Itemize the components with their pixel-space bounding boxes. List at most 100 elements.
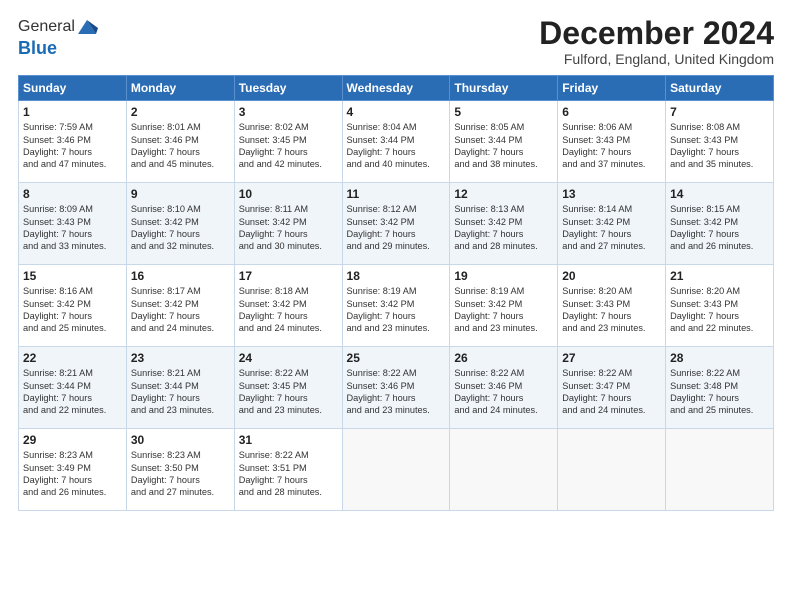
table-row: 12Sunrise: 8:13 AMSunset: 3:42 PMDayligh… [450,183,558,265]
daylight-hours-line2: and and 22 minutes. [23,404,122,416]
table-row: 25Sunrise: 8:22 AMSunset: 3:46 PMDayligh… [342,347,450,429]
daylight-hours-line1: Daylight: 7 hours [131,228,230,240]
sunset-text: Sunset: 3:43 PM [562,298,661,310]
day-number: 4 [347,105,446,119]
daylight-hours-line2: and and 33 minutes. [23,240,122,252]
day-number: 29 [23,433,122,447]
daylight-hours-line1: Daylight: 7 hours [454,146,553,158]
daylight-hours-line2: and and 25 minutes. [23,322,122,334]
daylight-hours-line2: and and 42 minutes. [239,158,338,170]
title-block: December 2024 Fulford, England, United K… [539,16,774,67]
daylight-hours-line1: Daylight: 7 hours [239,228,338,240]
day-number: 3 [239,105,338,119]
table-row: 10 Sunrise: 8:11 AMSunset: 3:42 PMDayligh… [234,183,342,265]
day-number: 19 [454,269,553,283]
col-wednesday: Wednesday [342,76,450,101]
sunrise-text: Sunrise: 8:04 AM [347,121,446,133]
sunset-text: Sunset: 3:43 PM [670,298,769,310]
sunrise-text: Sunrise: 8:13 AM [454,203,553,215]
sunset-text: Sunset: 3:44 PM [23,380,122,392]
daylight-hours-line2: and and 23 minutes. [239,404,338,416]
day-number: 10 [239,187,338,201]
table-row: 24Sunrise: 8:22 AMSunset: 3:45 PMDayligh… [234,347,342,429]
sunset-text: Sunset: 3:42 PM [239,216,338,228]
day-number: 7 [670,105,769,119]
daylight-hours-line2: and and 28 minutes. [454,240,553,252]
day-number: 6 [562,105,661,119]
table-row: 20Sunrise: 8:20 AMSunset: 3:43 PMDayligh… [558,265,666,347]
sunset-text: Sunset: 3:46 PM [131,134,230,146]
page: General Blue December 2024 Fulford, Engl… [0,0,792,521]
table-row: 3Sunrise: 8:02 AMSunset: 3:45 PMDaylight… [234,101,342,183]
sunset-text: Sunset: 3:42 PM [454,298,553,310]
daylight-hours-line1: Daylight: 7 hours [562,228,661,240]
table-row: 15Sunrise: 8:16 AMSunset: 3:42 PMDayligh… [19,265,127,347]
calendar-week-row: 8Sunrise: 8:09 AMSunset: 3:43 PMDaylight… [19,183,774,265]
sunset-text: Sunset: 3:43 PM [23,216,122,228]
table-row: 6Sunrise: 8:06 AMSunset: 3:43 PMDaylight… [558,101,666,183]
table-row: 5Sunrise: 8:05 AMSunset: 3:44 PMDaylight… [450,101,558,183]
sunset-text: Sunset: 3:42 PM [347,216,446,228]
table-row: 27Sunrise: 8:22 AMSunset: 3:47 PMDayligh… [558,347,666,429]
table-row [558,429,666,511]
logo: General Blue [18,16,98,59]
table-row: 9Sunrise: 8:10 AMSunset: 3:42 PMDaylight… [126,183,234,265]
daylight-hours-line1: Daylight: 7 hours [23,310,122,322]
calendar-week-row: 1Sunrise: 7:59 AMSunset: 3:46 PMDaylight… [19,101,774,183]
daylight-hours-line1: Daylight: 7 hours [131,474,230,486]
daylight-hours-line2: and and 30 minutes. [239,240,338,252]
day-number: 22 [23,351,122,365]
daylight-hours-line2: and and 47 minutes. [23,158,122,170]
sunset-text: Sunset: 3:42 PM [454,216,553,228]
day-number: 2 [131,105,230,119]
sunset-text: Sunset: 3:50 PM [131,462,230,474]
sunrise-text: Sunrise: 8:22 AM [239,367,338,379]
day-number: 21 [670,269,769,283]
sunrise-text: Sunrise: 8:22 AM [239,449,338,461]
table-row: 16Sunrise: 8:17 AMSunset: 3:42 PMDayligh… [126,265,234,347]
col-monday: Monday [126,76,234,101]
col-saturday: Saturday [666,76,774,101]
sunrise-text: Sunrise: 8:18 AM [239,285,338,297]
table-row: 2Sunrise: 8:01 AMSunset: 3:46 PMDaylight… [126,101,234,183]
daylight-hours-line1: Daylight: 7 hours [562,146,661,158]
sunrise-text: Sunrise: 8:23 AM [131,449,230,461]
daylight-hours-line1: Daylight: 7 hours [454,228,553,240]
daylight-hours-line2: and and 37 minutes. [562,158,661,170]
daylight-hours-line1: Daylight: 7 hours [23,392,122,404]
daylight-hours-line1: Daylight: 7 hours [562,310,661,322]
table-row: 23Sunrise: 8:21 AMSunset: 3:44 PMDayligh… [126,347,234,429]
col-tuesday: Tuesday [234,76,342,101]
daylight-hours-line2: and and 32 minutes. [131,240,230,252]
daylight-hours-line2: and and 23 minutes. [562,322,661,334]
day-number: 11 [347,187,446,201]
day-number: 17 [239,269,338,283]
day-number: 9 [131,187,230,201]
sunrise-text: Sunrise: 8:05 AM [454,121,553,133]
table-row: 28Sunrise: 8:22 AMSunset: 3:48 PMDayligh… [666,347,774,429]
daylight-hours-line1: Daylight: 7 hours [23,146,122,158]
sunset-text: Sunset: 3:42 PM [670,216,769,228]
header-row: Sunday Monday Tuesday Wednesday Thursday… [19,76,774,101]
sunrise-text: Sunrise: 8:17 AM [131,285,230,297]
sunset-text: Sunset: 3:46 PM [454,380,553,392]
daylight-hours-line1: Daylight: 7 hours [239,392,338,404]
daylight-hours-line2: and and 27 minutes. [131,486,230,498]
daylight-hours-line2: and and 35 minutes. [670,158,769,170]
sunrise-text: Sunrise: 8:21 AM [131,367,230,379]
table-row: 30Sunrise: 8:23 AMSunset: 3:50 PMDayligh… [126,429,234,511]
sunrise-text: Sunrise: 8:10 AM [131,203,230,215]
daylight-hours-line1: Daylight: 7 hours [23,474,122,486]
daylight-hours-line1: Daylight: 7 hours [239,474,338,486]
day-number: 1 [23,105,122,119]
day-number: 28 [670,351,769,365]
daylight-hours-line1: Daylight: 7 hours [23,228,122,240]
sunset-text: Sunset: 3:43 PM [670,134,769,146]
sunrise-text: Sunrise: 8:20 AM [562,285,661,297]
day-number: 25 [347,351,446,365]
col-sunday: Sunday [19,76,127,101]
col-friday: Friday [558,76,666,101]
daylight-hours-line2: and and 26 minutes. [23,486,122,498]
sunrise-text: Sunrise: 8:11 AM [239,203,338,215]
sunset-text: Sunset: 3:42 PM [347,298,446,310]
